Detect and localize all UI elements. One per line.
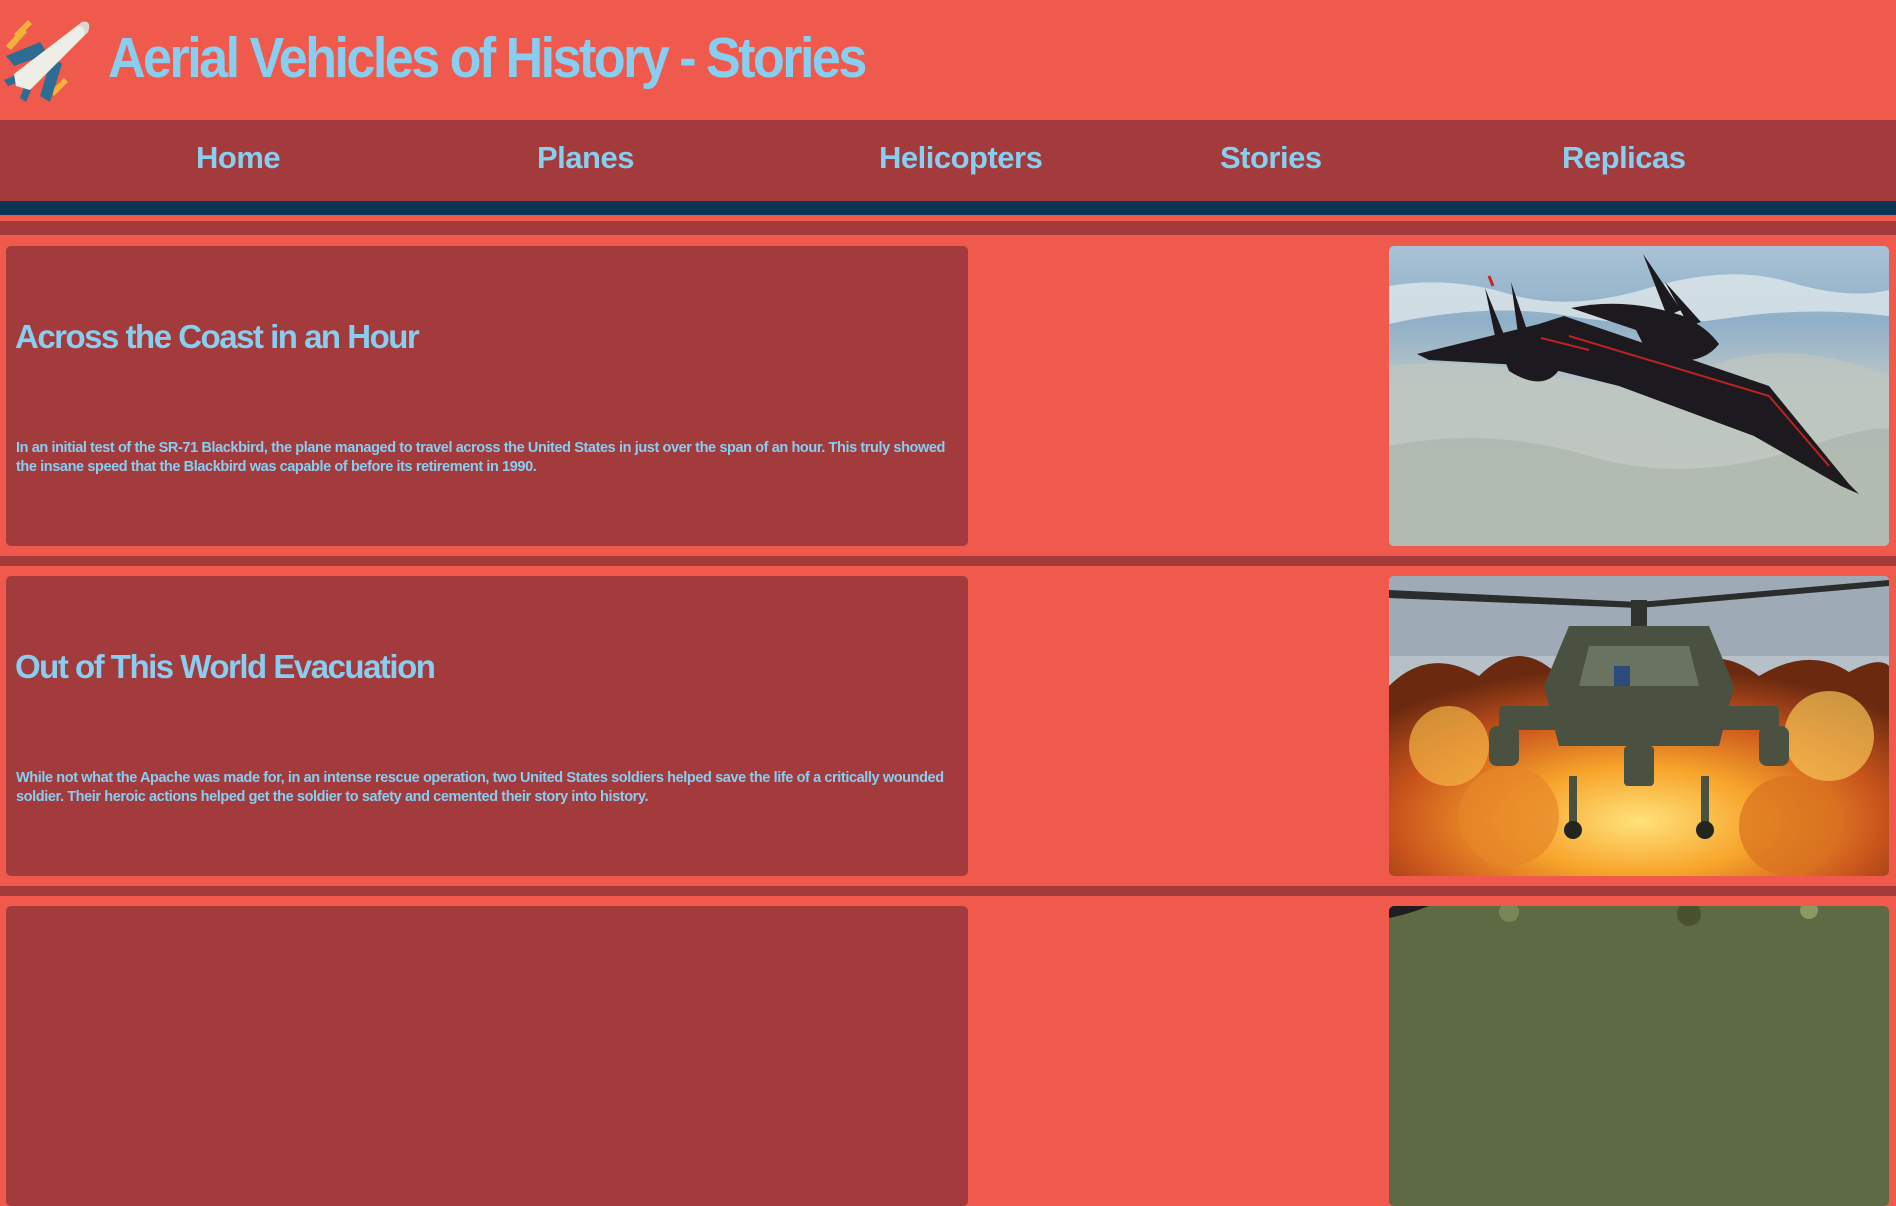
site-header: Aerial Vehicles of History - Stories: [0, 0, 1896, 120]
story-card: Across the Coast in an Hour In an initia…: [6, 246, 968, 546]
story-text: While not what the Apache was made for, …: [16, 770, 944, 805]
section-separator: [0, 886, 1896, 896]
story-title: Across the Coast in an Hour: [15, 318, 420, 355]
nav-stories-link[interactable]: Stories: [1220, 140, 1322, 176]
sr71-blackbird-image: [1389, 246, 1889, 546]
story-title: Out of This World Evacuation: [15, 648, 436, 685]
apache-helicopter-image: [1389, 576, 1889, 876]
story-card: [6, 906, 968, 1206]
story-text: In an initial test of the SR-71 Blackbir…: [16, 440, 946, 475]
story-image: [1389, 906, 1889, 1206]
nav-replicas-link[interactable]: Replicas: [1562, 140, 1686, 176]
nav-helicopters-link[interactable]: Helicopters: [879, 140, 1043, 176]
airplane-icon[interactable]: [0, 12, 92, 104]
section-separator: [0, 221, 1896, 235]
main-nav: Home Planes Helicopters Stories Replicas: [0, 120, 1896, 201]
nav-divider: [0, 201, 1896, 215]
site-title: Aerial Vehicles of History - Stories: [108, 27, 867, 90]
story-card: Out of This World Evacuation While not w…: [6, 576, 968, 876]
nav-planes-link[interactable]: Planes: [537, 140, 634, 176]
section-separator: [0, 556, 1896, 566]
nav-home-link[interactable]: Home: [196, 140, 281, 176]
